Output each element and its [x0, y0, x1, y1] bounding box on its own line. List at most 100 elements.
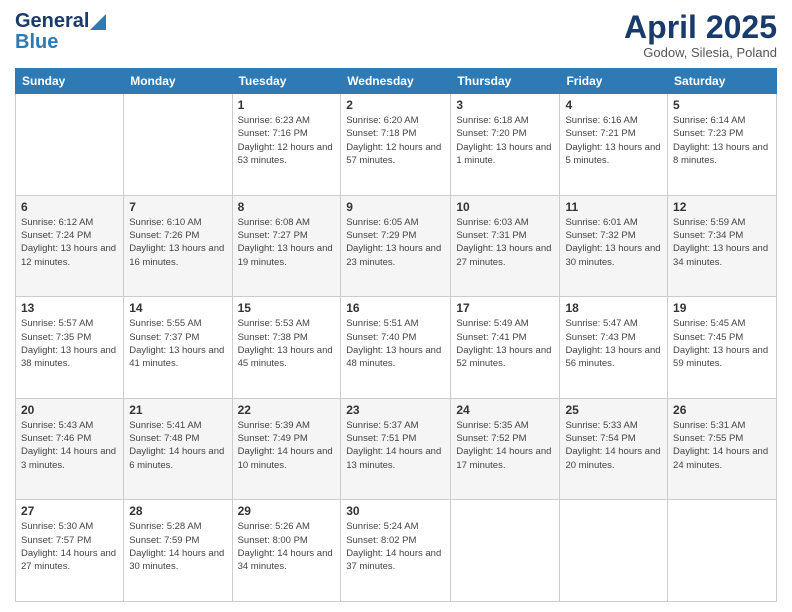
day-info: Sunrise: 5:43 AMSunset: 7:46 PMDaylight:…: [21, 419, 118, 472]
calendar-header-row: Sunday Monday Tuesday Wednesday Thursday…: [16, 69, 777, 94]
table-row: 26 Sunrise: 5:31 AMSunset: 7:55 PMDayligh…: [668, 398, 777, 500]
day-info: Sunrise: 5:45 AMSunset: 7:45 PMDaylight:…: [673, 317, 771, 370]
table-row: 28 Sunrise: 5:28 AMSunset: 7:59 PMDayligh…: [124, 500, 232, 602]
table-row: 22 Sunrise: 5:39 AMSunset: 7:49 PMDayligh…: [232, 398, 341, 500]
table-row: 5 Sunrise: 6:14 AMSunset: 7:23 PMDaylight…: [668, 94, 777, 196]
day-number: 26: [673, 403, 771, 417]
day-number: 25: [565, 403, 662, 417]
day-number: 15: [238, 301, 336, 315]
table-row: 11 Sunrise: 6:01 AMSunset: 7:32 PMDayligh…: [560, 195, 668, 297]
col-monday: Monday: [124, 69, 232, 94]
table-row: [124, 94, 232, 196]
day-info: Sunrise: 6:10 AMSunset: 7:26 PMDaylight:…: [129, 216, 226, 269]
table-row: 4Sunrise: 6:16 AMSunset: 7:21 PMDaylight…: [560, 94, 668, 196]
day-info: Sunrise: 5:30 AMSunset: 7:57 PMDaylight:…: [21, 520, 118, 573]
table-row: 18Sunrise: 5:47 AMSunset: 7:43 PMDayligh…: [560, 297, 668, 399]
day-number: 2: [346, 98, 445, 112]
table-row: 23Sunrise: 5:37 AMSunset: 7:51 PMDayligh…: [341, 398, 451, 500]
month-title: April 2025: [624, 10, 777, 45]
day-number: 24: [456, 403, 554, 417]
day-number: 14: [129, 301, 226, 315]
table-row: 21Sunrise: 5:41 AMSunset: 7:48 PMDayligh…: [124, 398, 232, 500]
calendar-row: 6 Sunrise: 6:12 AMSunset: 7:24 PMDaylight…: [16, 195, 777, 297]
table-row: 30 Sunrise: 5:24 AMSunset: 8:02 PMDayligh…: [341, 500, 451, 602]
day-number: 17: [456, 301, 554, 315]
table-row: 10 Sunrise: 6:03 AMSunset: 7:31 PMDayligh…: [451, 195, 560, 297]
table-row: 12 Sunrise: 5:59 AMSunset: 7:34 PMDayligh…: [668, 195, 777, 297]
table-row: 1 Sunrise: 6:23 AMSunset: 7:16 PMDaylight…: [232, 94, 341, 196]
table-row: 9 Sunrise: 6:05 AMSunset: 7:29 PMDaylight…: [341, 195, 451, 297]
day-info: Sunrise: 5:31 AMSunset: 7:55 PMDaylight:…: [673, 419, 771, 472]
day-number: 9: [346, 200, 445, 214]
title-section: April 2025 Godow, Silesia, Poland: [624, 10, 777, 60]
day-info: Sunrise: 5:37 AMSunset: 7:51 PMDaylight:…: [346, 419, 445, 472]
day-number: 1: [238, 98, 336, 112]
day-info: Sunrise: 6:08 AMSunset: 7:27 PMDaylight:…: [238, 216, 336, 269]
location: Godow, Silesia, Poland: [624, 45, 777, 60]
col-thursday: Thursday: [451, 69, 560, 94]
day-info: Sunrise: 5:55 AMSunset: 7:37 PMDaylight:…: [129, 317, 226, 370]
table-row: 14 Sunrise: 5:55 AMSunset: 7:37 PMDayligh…: [124, 297, 232, 399]
day-number: 22: [238, 403, 336, 417]
table-row: 17 Sunrise: 5:49 AMSunset: 7:41 PMDayligh…: [451, 297, 560, 399]
day-info: Sunrise: 5:24 AMSunset: 8:02 PMDaylight:…: [346, 520, 445, 573]
day-info: Sunrise: 5:39 AMSunset: 7:49 PMDaylight:…: [238, 419, 336, 472]
day-info: Sunrise: 6:05 AMSunset: 7:29 PMDaylight:…: [346, 216, 445, 269]
col-friday: Friday: [560, 69, 668, 94]
page: General Blue April 2025 Godow, Silesia, …: [0, 0, 792, 612]
day-number: 19: [673, 301, 771, 315]
header: General Blue April 2025 Godow, Silesia, …: [15, 10, 777, 60]
day-number: 6: [21, 200, 118, 214]
day-number: 11: [565, 200, 662, 214]
table-row: 15Sunrise: 5:53 AMSunset: 7:38 PMDayligh…: [232, 297, 341, 399]
day-number: 7: [129, 200, 226, 214]
table-row: 24 Sunrise: 5:35 AMSunset: 7:52 PMDayligh…: [451, 398, 560, 500]
day-number: 5: [673, 98, 771, 112]
day-info: Sunrise: 6:16 AMSunset: 7:21 PMDaylight:…: [565, 114, 662, 167]
day-number: 29: [238, 504, 336, 518]
table-row: 3Sunrise: 6:18 AMSunset: 7:20 PMDaylight…: [451, 94, 560, 196]
day-number: 20: [21, 403, 118, 417]
day-info: Sunrise: 5:59 AMSunset: 7:34 PMDaylight:…: [673, 216, 771, 269]
day-info: Sunrise: 6:23 AMSunset: 7:16 PMDaylight:…: [238, 114, 336, 167]
day-number: 13: [21, 301, 118, 315]
calendar-row: 13 Sunrise: 5:57 AMSunset: 7:35 PMDayligh…: [16, 297, 777, 399]
table-row: [451, 500, 560, 602]
day-info: Sunrise: 5:33 AMSunset: 7:54 PMDaylight:…: [565, 419, 662, 472]
day-info: Sunrise: 6:20 AMSunset: 7:18 PMDaylight:…: [346, 114, 445, 167]
table-row: 6 Sunrise: 6:12 AMSunset: 7:24 PMDaylight…: [16, 195, 124, 297]
table-row: 7 Sunrise: 6:10 AMSunset: 7:26 PMDaylight…: [124, 195, 232, 297]
day-info: Sunrise: 6:14 AMSunset: 7:23 PMDaylight:…: [673, 114, 771, 167]
logo: General Blue: [15, 10, 106, 54]
day-info: Sunrise: 5:28 AMSunset: 7:59 PMDaylight:…: [129, 520, 226, 573]
table-row: 16 Sunrise: 5:51 AMSunset: 7:40 PMDayligh…: [341, 297, 451, 399]
calendar-row: 20 Sunrise: 5:43 AMSunset: 7:46 PMDayligh…: [16, 398, 777, 500]
table-row: 2 Sunrise: 6:20 AMSunset: 7:18 PMDaylight…: [341, 94, 451, 196]
table-row: 27 Sunrise: 5:30 AMSunset: 7:57 PMDayligh…: [16, 500, 124, 602]
table-row: 13 Sunrise: 5:57 AMSunset: 7:35 PMDayligh…: [16, 297, 124, 399]
day-info: Sunrise: 5:47 AMSunset: 7:43 PMDaylight:…: [565, 317, 662, 370]
col-sunday: Sunday: [16, 69, 124, 94]
day-number: 30: [346, 504, 445, 518]
table-row: 19 Sunrise: 5:45 AMSunset: 7:45 PMDayligh…: [668, 297, 777, 399]
day-info: Sunrise: 5:49 AMSunset: 7:41 PMDaylight:…: [456, 317, 554, 370]
day-number: 12: [673, 200, 771, 214]
day-number: 16: [346, 301, 445, 315]
day-number: 28: [129, 504, 226, 518]
day-info: Sunrise: 5:26 AMSunset: 8:00 PMDaylight:…: [238, 520, 336, 573]
day-number: 10: [456, 200, 554, 214]
day-info: Sunrise: 5:35 AMSunset: 7:52 PMDaylight:…: [456, 419, 554, 472]
day-info: Sunrise: 6:12 AMSunset: 7:24 PMDaylight:…: [21, 216, 118, 269]
day-number: 21: [129, 403, 226, 417]
logo-triangle-icon: [90, 14, 106, 30]
table-row: 25 Sunrise: 5:33 AMSunset: 7:54 PMDayligh…: [560, 398, 668, 500]
day-number: 27: [21, 504, 118, 518]
day-number: 3: [456, 98, 554, 112]
col-tuesday: Tuesday: [232, 69, 341, 94]
day-info: Sunrise: 5:57 AMSunset: 7:35 PMDaylight:…: [21, 317, 118, 370]
day-info: Sunrise: 6:03 AMSunset: 7:31 PMDaylight:…: [456, 216, 554, 269]
day-info: Sunrise: 5:51 AMSunset: 7:40 PMDaylight:…: [346, 317, 445, 370]
day-info: Sunrise: 6:01 AMSunset: 7:32 PMDaylight:…: [565, 216, 662, 269]
logo-general: General: [15, 10, 89, 33]
table-row: 8Sunrise: 6:08 AMSunset: 7:27 PMDaylight…: [232, 195, 341, 297]
